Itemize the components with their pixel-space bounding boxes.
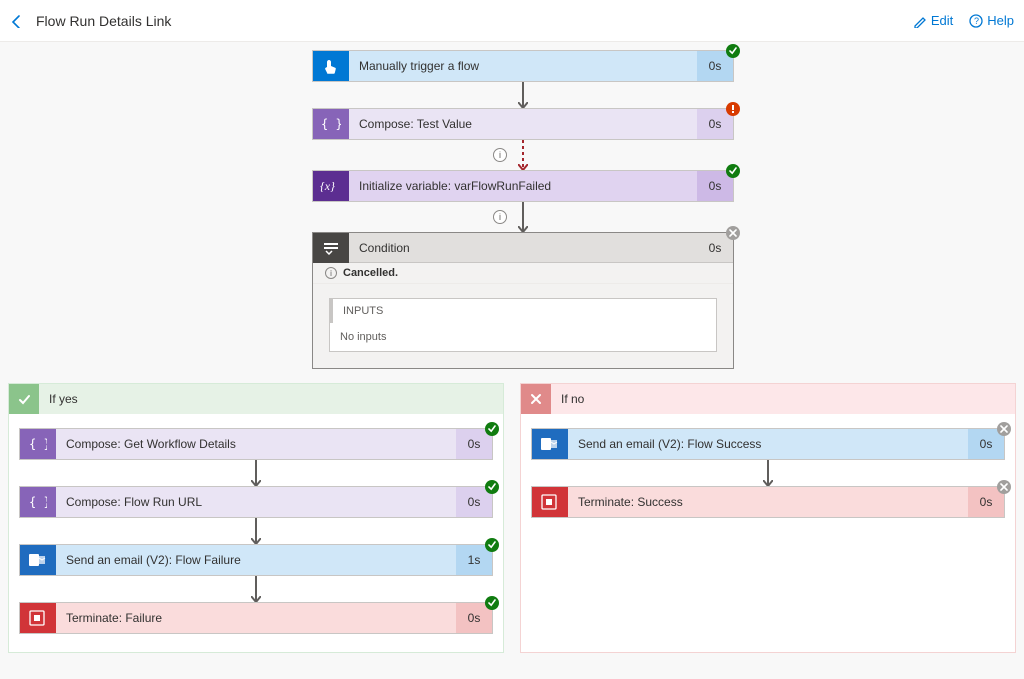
status-text: Cancelled. (343, 267, 398, 279)
action-label: Send an email (V2): Flow Failure (56, 545, 456, 575)
status-badge-success (485, 480, 499, 494)
status-badge-cancelled (997, 422, 1011, 436)
branch-title: If yes (39, 392, 88, 406)
status-badge-success (726, 44, 740, 58)
condition-branches: If yes Compose: Get Workflow Details0sCo… (0, 383, 1024, 653)
arrow-connector: i (312, 202, 734, 232)
terminate-icon (532, 487, 568, 517)
action-label: Compose: Get Workflow Details (56, 429, 456, 459)
status-badge-success (726, 164, 740, 178)
inputs-value: No inputs (330, 323, 716, 351)
page-title: Flow Run Details Link (36, 13, 171, 29)
action-label: Send an email (V2): Flow Success (568, 429, 968, 459)
action-compose-url[interactable]: Compose: Flow Run URL0s (19, 486, 493, 518)
x-icon (521, 384, 551, 414)
page-header: Flow Run Details Link Edit Help (0, 0, 1024, 42)
inputs-panel: INPUTS No inputs (329, 298, 717, 352)
compose-icon (313, 109, 349, 139)
help-button[interactable]: Help (969, 13, 1014, 28)
action-terminate-fail[interactable]: Terminate: Failure0s (19, 602, 493, 634)
action-label: Compose: Flow Run URL (56, 487, 456, 517)
info-icon[interactable]: i (493, 148, 507, 162)
action-label: Condition (349, 233, 697, 262)
action-terminate-succ[interactable]: Terminate: Success0s (531, 486, 1005, 518)
variable-icon (313, 171, 349, 201)
action-trigger[interactable]: Manually trigger a flow 0s (312, 50, 734, 82)
flow-canvas[interactable]: Manually trigger a flow 0s Compose: Test… (0, 42, 1024, 679)
action-send-email-succ[interactable]: Send an email (V2): Flow Success0s (531, 428, 1005, 460)
outlook-icon (532, 429, 568, 459)
action-compose-workflow[interactable]: Compose: Get Workflow Details0s (19, 428, 493, 460)
info-icon[interactable]: i (493, 210, 507, 224)
arrow-connector (531, 460, 1005, 486)
info-icon: i (325, 267, 337, 279)
help-label: Help (987, 13, 1014, 28)
action-send-email-fail[interactable]: Send an email (V2): Flow Failure1s (19, 544, 493, 576)
outlook-icon (20, 545, 56, 575)
branch-yes-header[interactable]: If yes (9, 384, 503, 414)
branch-if-no: If no Send an email (V2): Flow Success0s… (520, 383, 1016, 653)
status-badge-failed (726, 102, 740, 116)
condition-status-row: i Cancelled. (313, 263, 733, 284)
status-badge-success (485, 538, 499, 552)
check-icon (9, 384, 39, 414)
status-badge-success (485, 596, 499, 610)
arrow-connector (312, 82, 734, 108)
action-label: Terminate: Success (568, 487, 968, 517)
compose-icon (20, 429, 56, 459)
action-init-variable[interactable]: Initialize variable: varFlowRunFailed 0s (312, 170, 734, 202)
terminate-icon (20, 603, 56, 633)
action-compose-test[interactable]: Compose: Test Value 0s (312, 108, 734, 140)
status-badge-cancelled (726, 226, 740, 240)
arrow-connector (19, 576, 493, 602)
edit-button[interactable]: Edit (913, 13, 953, 28)
action-label: Manually trigger a flow (349, 51, 697, 81)
branch-title: If no (551, 392, 594, 406)
edit-label: Edit (931, 13, 953, 28)
arrow-connector (19, 460, 493, 486)
branch-no-header[interactable]: If no (521, 384, 1015, 414)
back-button[interactable] (10, 14, 24, 28)
touch-icon (313, 51, 349, 81)
branch-if-yes: If yes Compose: Get Workflow Details0sCo… (8, 383, 504, 653)
compose-icon (20, 487, 56, 517)
action-label: Terminate: Failure (56, 603, 456, 633)
status-badge-success (485, 422, 499, 436)
action-label: Initialize variable: varFlowRunFailed (349, 171, 697, 201)
arrow-connector-runafter: i (312, 140, 734, 170)
action-condition[interactable]: Condition 0s i Cancelled. INPUTS No inpu… (312, 232, 734, 369)
condition-icon (313, 233, 349, 263)
action-label: Compose: Test Value (349, 109, 697, 139)
arrow-connector (19, 518, 493, 544)
status-badge-cancelled (997, 480, 1011, 494)
inputs-label: INPUTS (330, 299, 716, 323)
